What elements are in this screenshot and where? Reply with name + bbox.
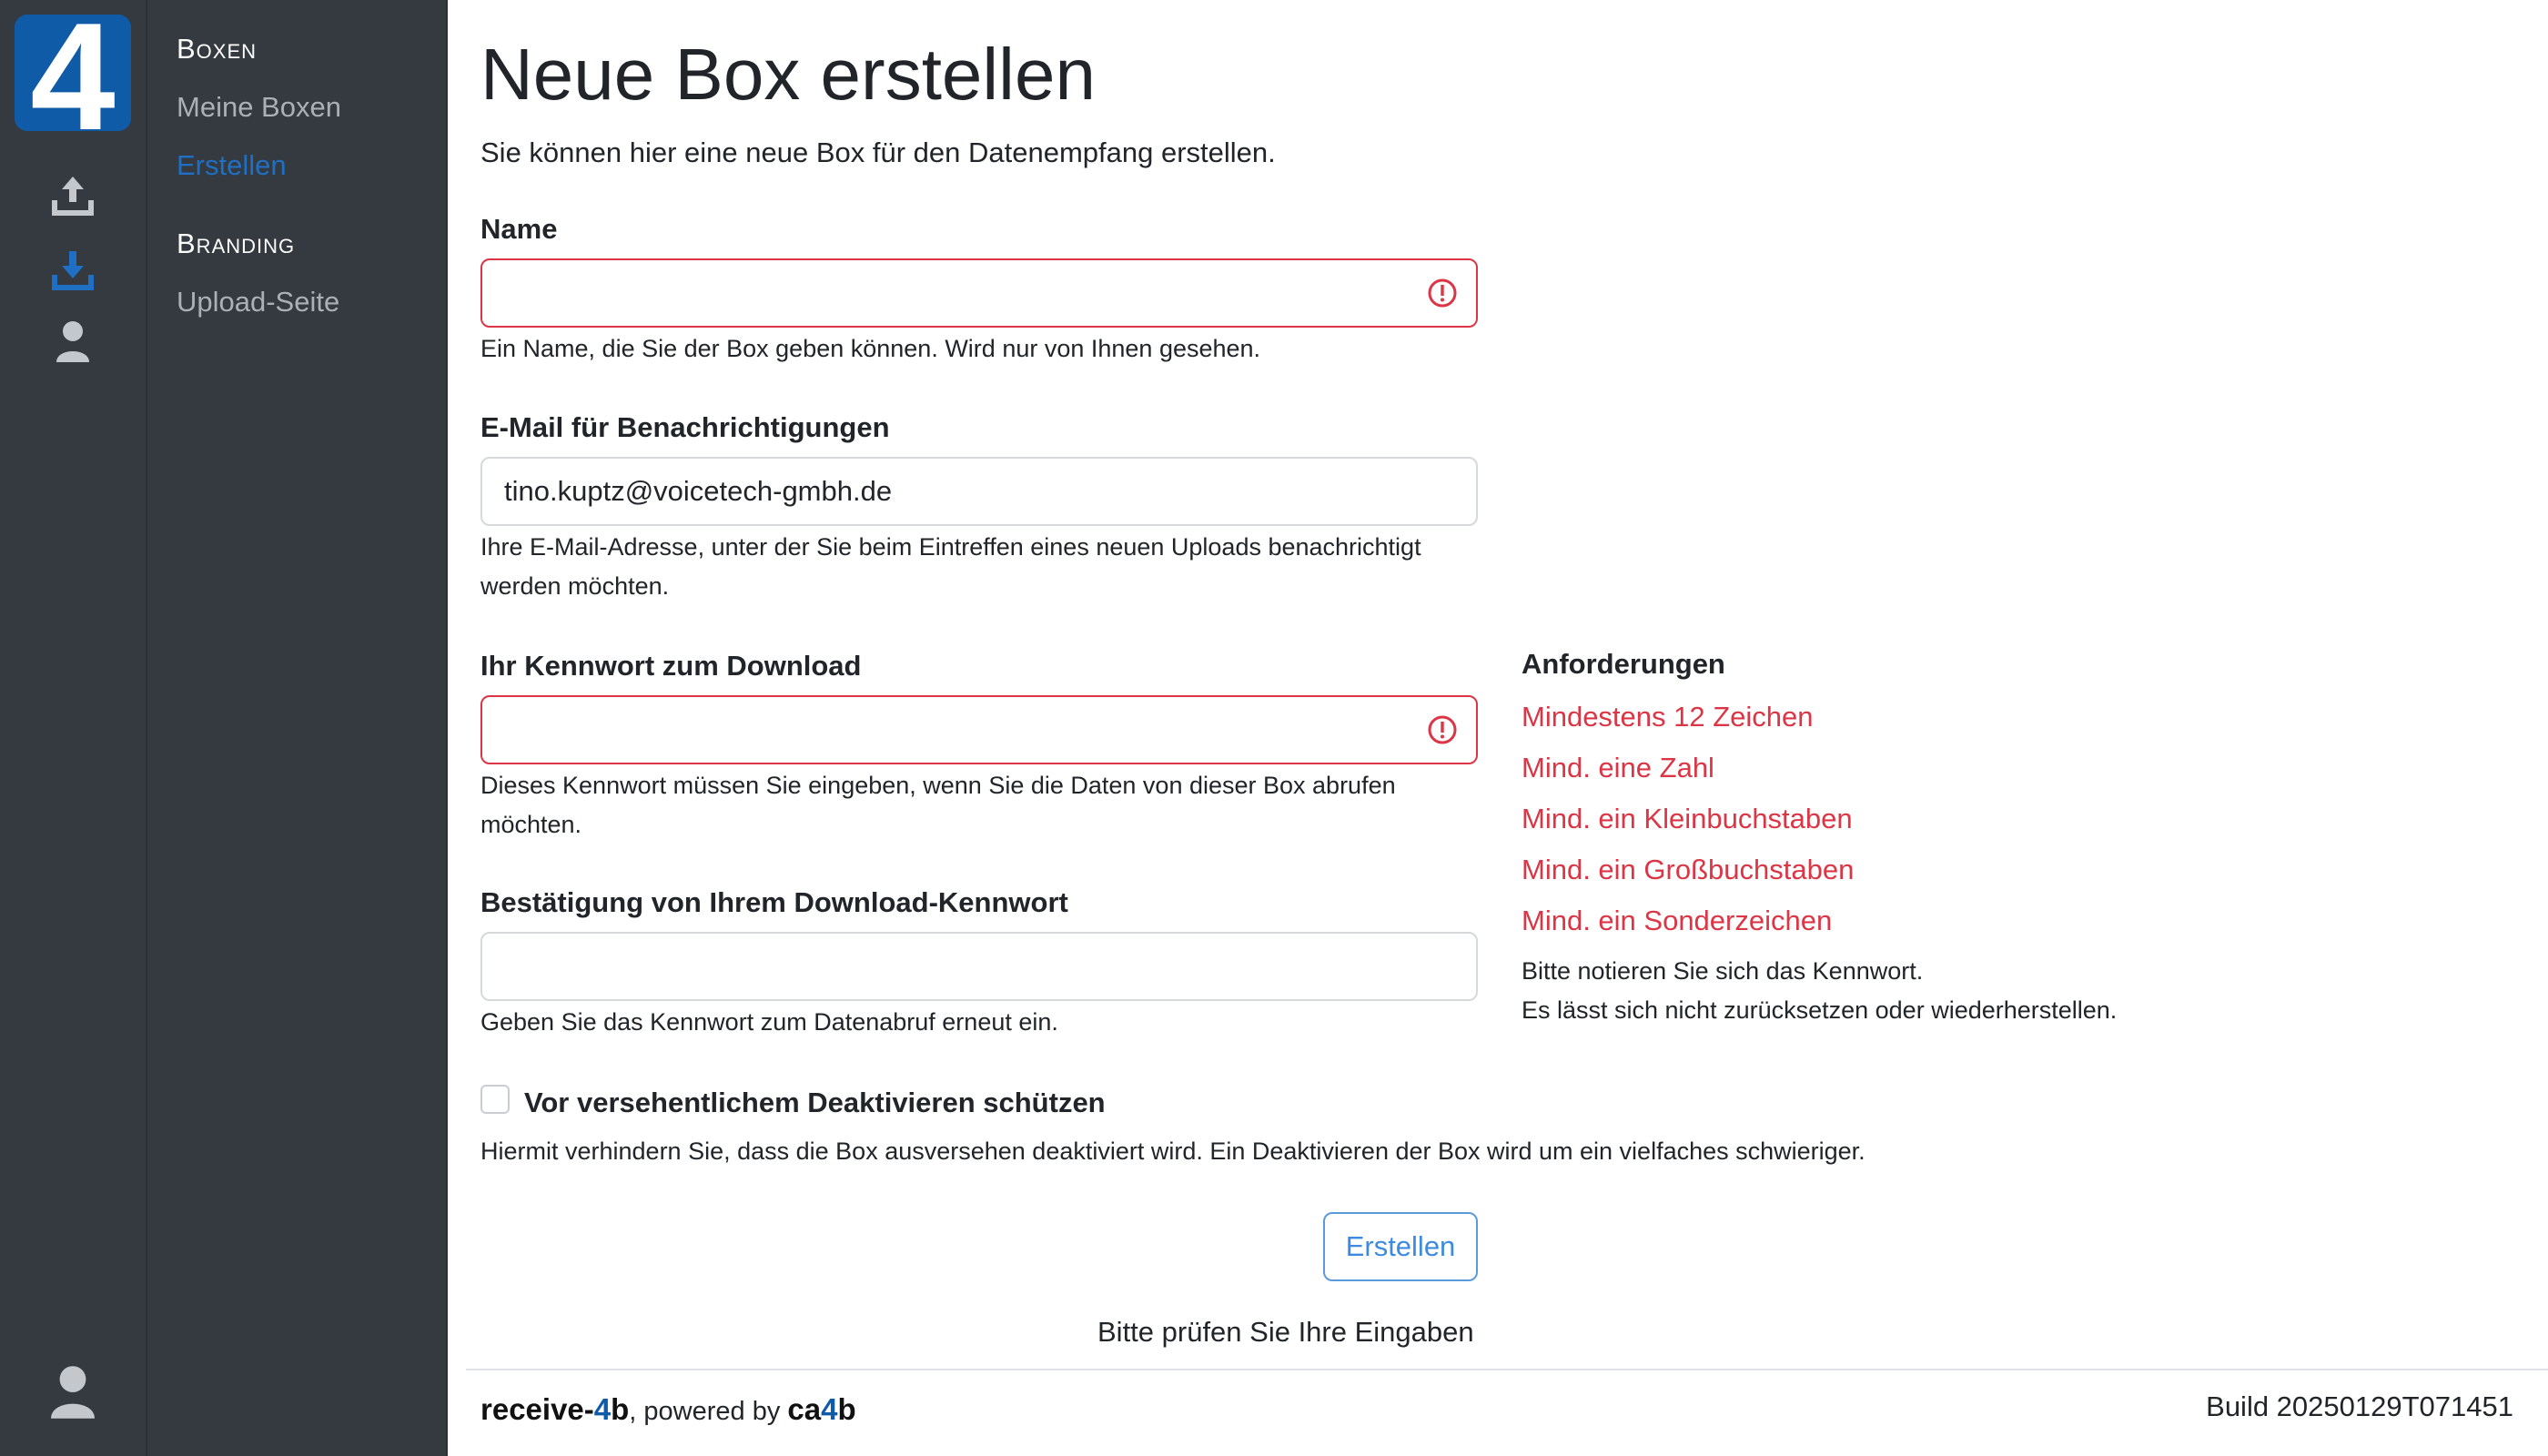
password-input[interactable] xyxy=(480,695,1478,764)
app-logo[interactable]: 4 xyxy=(15,0,131,153)
password-help-line2: möchten. xyxy=(480,811,582,838)
name-input[interactable] xyxy=(480,258,1478,328)
company-prefix: ca xyxy=(787,1392,822,1426)
requirements-note-line2: Es lässt sich nicht zurücksetzen oder wi… xyxy=(1522,996,2118,1024)
error-icon xyxy=(1428,278,1457,308)
email-input[interactable] xyxy=(480,457,1478,526)
password-label: Ihr Kennwort zum Download xyxy=(480,650,862,682)
requirements-heading: Anforderungen xyxy=(1522,648,1725,680)
validation-message: Bitte prüfen Sie Ihre Eingaben xyxy=(1097,1316,1474,1348)
logo-glyph: 4 xyxy=(30,0,116,162)
footer-brand: receive-4b, powered by ca4b xyxy=(480,1392,856,1427)
powered-by: , powered by xyxy=(629,1397,788,1426)
confirm-password-input[interactable] xyxy=(480,932,1478,1001)
email-help-line2: werden möchten. xyxy=(480,572,670,600)
protect-help: Hiermit verhindern Sie, dass die Box aus… xyxy=(480,1138,1866,1165)
user-icon[interactable] xyxy=(46,315,100,369)
requirement-item: Mind. ein Kleinbuchstaben xyxy=(1522,803,1853,834)
name-field-wrap xyxy=(480,258,1478,328)
brand-four: 4 xyxy=(593,1392,612,1426)
download-icon[interactable] xyxy=(46,244,100,298)
name-label: Name xyxy=(480,213,558,245)
requirement-item: Mind. ein Großbuchstaben xyxy=(1522,854,1855,885)
protect-checkbox[interactable] xyxy=(480,1085,510,1114)
requirement-item: Mindestens 12 Zeichen xyxy=(1522,701,1814,733)
requirement-item: Mind. ein Sonderzeichen xyxy=(1522,905,1833,936)
build-info: Build 20250129T071451 xyxy=(2206,1390,2513,1422)
main-content: Neue Box erstellen Sie können hier eine … xyxy=(448,0,2548,1456)
brand-prefix: receive- xyxy=(480,1392,594,1426)
error-icon xyxy=(1428,715,1457,744)
email-label: E-Mail für Benachrichtigungen xyxy=(480,411,890,443)
page-title: Neue Box erstellen xyxy=(480,34,1096,115)
email-help: Ihre E-Mail-Adresse, unter der Sie beim … xyxy=(480,528,1481,606)
sidebar-nav: Boxen Meine Boxen Erstellen Branding Upl… xyxy=(147,0,448,1456)
company-suffix: b xyxy=(837,1392,856,1426)
company-four: 4 xyxy=(821,1392,838,1426)
page-subtitle: Sie können hier eine neue Box für den Da… xyxy=(480,136,1276,168)
footer-divider xyxy=(466,1369,2548,1370)
requirement-item: Mind. eine Zahl xyxy=(1522,752,1714,784)
confirm-label: Bestätigung von Ihrem Download-Kennwort xyxy=(480,886,1068,918)
upload-icon[interactable] xyxy=(46,169,100,224)
icon-rail: 4 xyxy=(0,0,147,1456)
nav-heading-boxen: Boxen xyxy=(177,33,258,65)
sidebar-item-meine-boxen[interactable]: Meine Boxen xyxy=(177,91,341,124)
account-icon[interactable] xyxy=(40,1360,106,1425)
protect-checkbox-label[interactable]: Vor versehentlichem Deaktivieren schütze… xyxy=(524,1087,1106,1119)
password-help-line1: Dieses Kennwort müssen Sie eingeben, wen… xyxy=(480,772,1396,799)
requirements-note-line1: Bitte notieren Sie sich das Kennwort. xyxy=(1522,957,1924,985)
create-button[interactable]: Erstellen xyxy=(1323,1212,1478,1281)
confirm-help: Geben Sie das Kennwort zum Datenabruf er… xyxy=(480,1008,1058,1036)
requirements-note: Bitte notieren Sie sich das Kennwort. Es… xyxy=(1522,952,2117,1030)
name-help: Ein Name, die Sie der Box geben können. … xyxy=(480,335,1261,362)
nav-heading-branding: Branding xyxy=(177,228,296,259)
sidebar-item-upload-seite[interactable]: Upload-Seite xyxy=(177,286,339,318)
brand-suffix: b xyxy=(611,1392,630,1426)
email-help-line1: Ihre E-Mail-Adresse, unter der Sie beim … xyxy=(480,533,1421,561)
password-help: Dieses Kennwort müssen Sie eingeben, wen… xyxy=(480,766,1481,844)
password-field-wrap xyxy=(480,695,1478,764)
sidebar-item-erstellen[interactable]: Erstellen xyxy=(177,149,287,182)
